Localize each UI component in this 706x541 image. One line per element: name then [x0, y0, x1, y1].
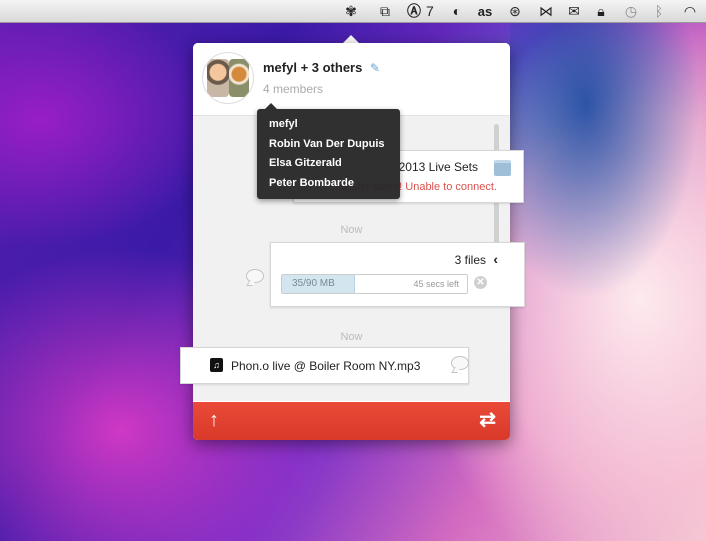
music-file-icon: ♫ [210, 358, 223, 372]
member-name: Elsa Gitzerald [269, 157, 342, 169]
wifi-icon[interactable]: ◠ [679, 2, 701, 20]
vpn-icon[interactable]: ⊛ [506, 2, 524, 20]
avatar-photo-2 [229, 59, 249, 97]
adobe-icon[interactable]: Ⓐ [405, 2, 423, 20]
members-tooltip: mefyl Robin Van Der Dupuis Elsa Gitzeral… [257, 103, 400, 199]
menu-bar: ✾ ⧉ Ⓐ 7 ◐ as ⊛ ⋈ ✉ 🔒︎ ◷ ᛒ ◠ [0, 0, 706, 23]
avatar-photo-1 [207, 59, 229, 97]
member-name: Peter Bombarde [269, 177, 354, 189]
progress-bar: 35/90 MB 45 secs left [281, 274, 468, 294]
pencil-icon[interactable]: ✎ [370, 61, 380, 75]
transfer-popover: mefyl + 3 others ✎ 4 members 2013 Live S… [180, 43, 525, 440]
moon-icon[interactable]: ◐ [448, 2, 466, 20]
folder-name: 2013 Live Sets [398, 160, 478, 174]
group-title: mefyl + 3 others [263, 60, 363, 75]
member-name: Robin Van Der Dupuis [269, 138, 385, 150]
crop-icon[interactable]: ⧉ [376, 2, 394, 20]
comment-icon[interactable] [451, 356, 469, 370]
butterfly-icon[interactable]: ⋈ [536, 2, 556, 20]
cancel-icon[interactable]: ✕ [474, 276, 487, 289]
bluetooth-icon[interactable]: ᛒ [652, 2, 666, 20]
lock-icon[interactable]: 🔒︎ [594, 2, 608, 20]
wallpaper-detail [510, 20, 700, 300]
adobe-count: 7 [426, 3, 434, 19]
time-machine-icon[interactable]: ◷ [621, 2, 641, 20]
lastfm-icon[interactable]: as [474, 2, 496, 20]
group-avatar[interactable] [202, 52, 254, 104]
infinit-menu-icon[interactable]: ✾ [341, 2, 361, 20]
progress-size: 35/90 MB [292, 278, 335, 289]
upload-icon[interactable]: ↑ [206, 409, 222, 431]
time-left: 45 secs left [413, 279, 459, 289]
member-name: mefyl [269, 118, 298, 130]
comment-icon[interactable] [246, 269, 264, 283]
popover-footer: ↑ ⇄ [193, 402, 510, 440]
transfers-icon[interactable]: ⇄ [479, 409, 496, 431]
folder-icon [494, 160, 511, 176]
file-transfer-card[interactable]: ♫ Phon.o live @ Boiler Room NY.mp3 [180, 347, 469, 384]
mail-icon[interactable]: ✉ [565, 2, 583, 20]
file-name: Phon.o live @ Boiler Room NY.mp3 [231, 359, 421, 373]
chevron-left-icon[interactable]: ‹ [493, 251, 498, 267]
members-count[interactable]: 4 members [263, 82, 323, 96]
timestamp: Now [340, 331, 363, 343]
files-transfer-card[interactable]: 3 files ‹ 35/90 MB 45 secs left ✕ [270, 242, 525, 307]
popover-header: mefyl + 3 others ✎ 4 members [193, 43, 510, 116]
files-count: 3 files [454, 253, 486, 267]
timestamp: Now [340, 224, 363, 236]
